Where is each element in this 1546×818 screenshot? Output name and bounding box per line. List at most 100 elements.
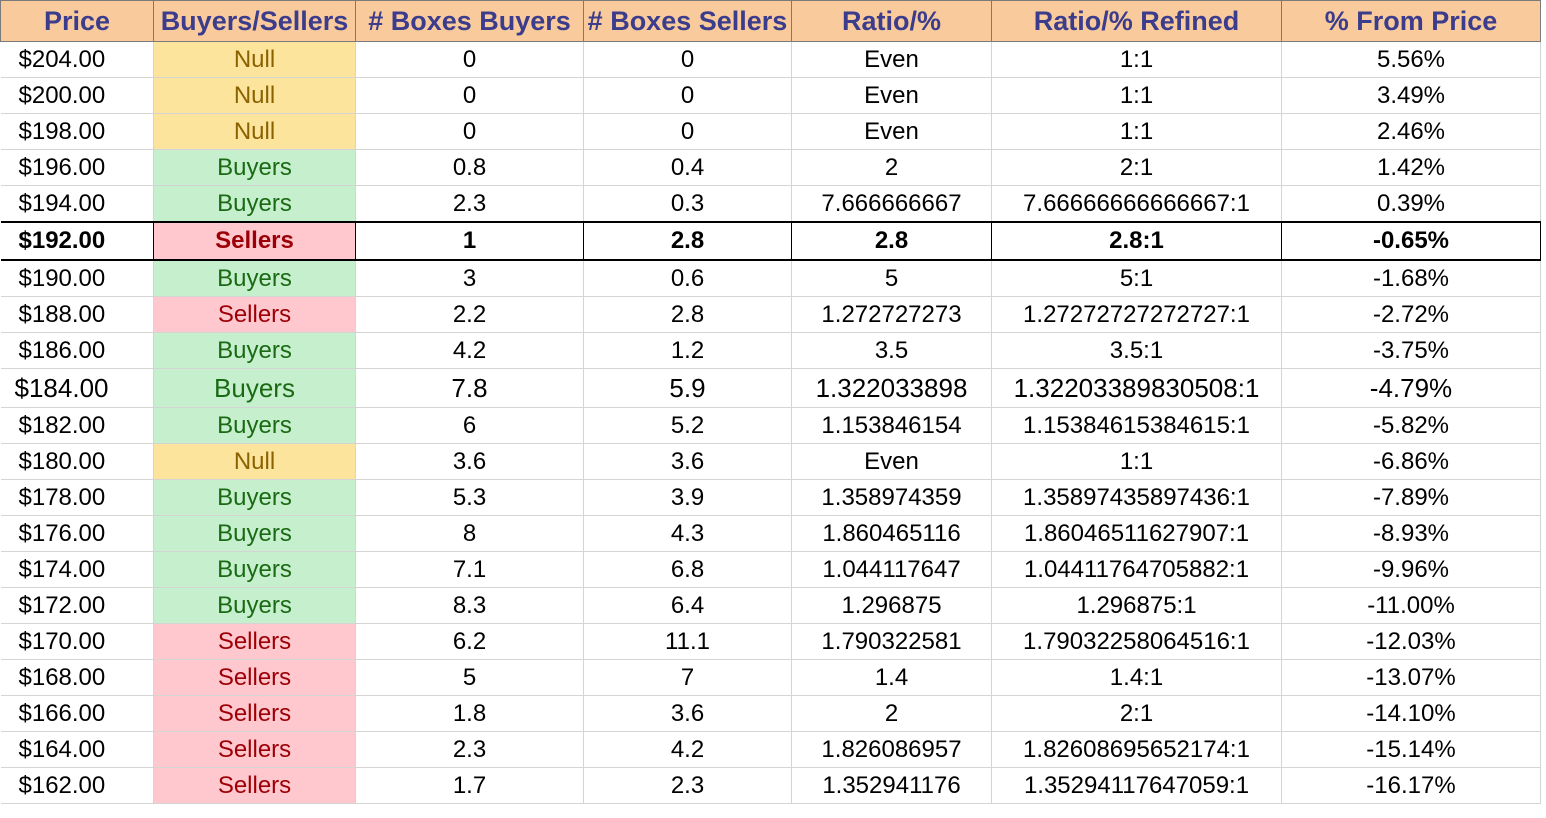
ratio-refined-cell[interactable]: 1.4:1 bbox=[991, 659, 1282, 696]
boxes-sellers-cell[interactable]: 0.4 bbox=[583, 149, 792, 186]
buyers-sellers-cell[interactable]: Sellers bbox=[153, 695, 356, 732]
buyers-sellers-cell[interactable]: Sellers bbox=[153, 623, 356, 660]
boxes-buyers-cell[interactable]: 3 bbox=[355, 260, 584, 297]
buyers-sellers-cell[interactable]: Buyers bbox=[153, 551, 356, 588]
boxes-buyers-cell[interactable]: 7.8 bbox=[355, 368, 584, 408]
buyers-sellers-cell[interactable]: Buyers bbox=[153, 149, 356, 186]
ratio-cell[interactable]: 1.296875 bbox=[791, 587, 992, 624]
price-cell[interactable]: $178.00 bbox=[0, 479, 154, 516]
price-cell[interactable]: $172.00 bbox=[0, 587, 154, 624]
boxes-buyers-cell[interactable]: 1 bbox=[355, 221, 584, 261]
ratio-refined-cell[interactable]: 7.66666666666667:1 bbox=[991, 185, 1282, 223]
boxes-sellers-cell[interactable]: 5.9 bbox=[583, 368, 792, 408]
buyers-sellers-cell[interactable]: Sellers bbox=[153, 296, 356, 333]
price-cell[interactable]: $162.00 bbox=[0, 767, 154, 804]
boxes-buyers-cell[interactable]: 8 bbox=[355, 515, 584, 552]
ratio-cell[interactable]: 1.272727273 bbox=[791, 296, 992, 333]
from-price-cell[interactable]: -9.96% bbox=[1281, 551, 1541, 588]
buyers-sellers-cell[interactable]: Null bbox=[153, 41, 356, 78]
ratio-refined-cell[interactable]: 1.04411764705882:1 bbox=[991, 551, 1282, 588]
boxes-buyers-cell[interactable]: 0 bbox=[355, 77, 584, 114]
boxes-sellers-cell[interactable]: 2.8 bbox=[583, 296, 792, 333]
ratio-cell[interactable]: Even bbox=[791, 41, 992, 78]
boxes-sellers-cell[interactable]: 4.3 bbox=[583, 515, 792, 552]
price-cell[interactable]: $196.00 bbox=[0, 149, 154, 186]
ratio-cell[interactable]: 2.8 bbox=[791, 221, 992, 261]
boxes-sellers-cell[interactable]: 7 bbox=[583, 659, 792, 696]
from-price-cell[interactable]: -15.14% bbox=[1281, 731, 1541, 768]
ratio-cell[interactable]: 1.826086957 bbox=[791, 731, 992, 768]
header-boxes-sellers[interactable]: # Boxes Sellers bbox=[583, 0, 792, 42]
price-cell[interactable]: $192.00 bbox=[0, 221, 154, 261]
ratio-refined-cell[interactable]: 2:1 bbox=[991, 149, 1282, 186]
ratio-cell[interactable]: 1.322033898 bbox=[791, 368, 992, 408]
price-cell[interactable]: $200.00 bbox=[0, 77, 154, 114]
boxes-sellers-cell[interactable]: 3.6 bbox=[583, 443, 792, 480]
boxes-sellers-cell[interactable]: 11.1 bbox=[583, 623, 792, 660]
from-price-cell[interactable]: -14.10% bbox=[1281, 695, 1541, 732]
header-from-price[interactable]: % From Price bbox=[1281, 0, 1541, 42]
boxes-sellers-cell[interactable]: 4.2 bbox=[583, 731, 792, 768]
buyers-sellers-cell[interactable]: Buyers bbox=[153, 332, 356, 369]
boxes-buyers-cell[interactable]: 3.6 bbox=[355, 443, 584, 480]
ratio-refined-cell[interactable]: 1.15384615384615:1 bbox=[991, 407, 1282, 444]
from-price-cell[interactable]: -4.79% bbox=[1281, 368, 1541, 408]
boxes-sellers-cell[interactable]: 2.8 bbox=[583, 221, 792, 261]
boxes-sellers-cell[interactable]: 5.2 bbox=[583, 407, 792, 444]
buyers-sellers-cell[interactable]: Null bbox=[153, 113, 356, 150]
ratio-cell[interactable]: 1.044117647 bbox=[791, 551, 992, 588]
buyers-sellers-cell[interactable]: Null bbox=[153, 443, 356, 480]
from-price-cell[interactable]: -12.03% bbox=[1281, 623, 1541, 660]
ratio-cell[interactable]: 1.4 bbox=[791, 659, 992, 696]
ratio-cell[interactable]: 2 bbox=[791, 149, 992, 186]
header-price[interactable]: Price bbox=[0, 0, 154, 42]
price-cell[interactable]: $170.00 bbox=[0, 623, 154, 660]
buyers-sellers-cell[interactable]: Sellers bbox=[153, 767, 356, 804]
buyers-sellers-cell[interactable]: Sellers bbox=[153, 659, 356, 696]
buyers-sellers-cell[interactable]: Buyers bbox=[153, 260, 356, 297]
header-buyers-sellers[interactable]: Buyers/Sellers bbox=[153, 0, 356, 42]
ratio-cell[interactable]: 2 bbox=[791, 695, 992, 732]
from-price-cell[interactable]: -8.93% bbox=[1281, 515, 1541, 552]
buyers-sellers-cell[interactable]: Null bbox=[153, 77, 356, 114]
boxes-buyers-cell[interactable]: 6.2 bbox=[355, 623, 584, 660]
price-cell[interactable]: $188.00 bbox=[0, 296, 154, 333]
buyers-sellers-cell[interactable]: Buyers bbox=[153, 185, 356, 223]
ratio-refined-cell[interactable]: 1:1 bbox=[991, 41, 1282, 78]
header-ratio-refined[interactable]: Ratio/% Refined bbox=[991, 0, 1282, 42]
ratio-cell[interactable]: 7.666666667 bbox=[791, 185, 992, 223]
price-cell[interactable]: $176.00 bbox=[0, 515, 154, 552]
header-boxes-buyers[interactable]: # Boxes Buyers bbox=[355, 0, 584, 42]
ratio-refined-cell[interactable]: 1:1 bbox=[991, 77, 1282, 114]
price-cell[interactable]: $198.00 bbox=[0, 113, 154, 150]
from-price-cell[interactable]: -3.75% bbox=[1281, 332, 1541, 369]
boxes-sellers-cell[interactable]: 0.3 bbox=[583, 185, 792, 223]
ratio-cell[interactable]: 1.860465116 bbox=[791, 515, 992, 552]
from-price-cell[interactable]: 0.39% bbox=[1281, 185, 1541, 223]
boxes-buyers-cell[interactable]: 6 bbox=[355, 407, 584, 444]
boxes-sellers-cell[interactable]: 0 bbox=[583, 41, 792, 78]
price-cell[interactable]: $166.00 bbox=[0, 695, 154, 732]
boxes-buyers-cell[interactable]: 5 bbox=[355, 659, 584, 696]
ratio-refined-cell[interactable]: 2.8:1 bbox=[991, 221, 1282, 261]
boxes-buyers-cell[interactable]: 0 bbox=[355, 41, 584, 78]
boxes-sellers-cell[interactable]: 3.9 bbox=[583, 479, 792, 516]
ratio-refined-cell[interactable]: 1:1 bbox=[991, 443, 1282, 480]
ratio-refined-cell[interactable]: 3.5:1 bbox=[991, 332, 1282, 369]
from-price-cell[interactable]: -16.17% bbox=[1281, 767, 1541, 804]
ratio-refined-cell[interactable]: 1.35294117647059:1 bbox=[991, 767, 1282, 804]
ratio-cell[interactable]: Even bbox=[791, 113, 992, 150]
from-price-cell[interactable]: 5.56% bbox=[1281, 41, 1541, 78]
buyers-sellers-cell[interactable]: Sellers bbox=[153, 731, 356, 768]
ratio-cell[interactable]: Even bbox=[791, 443, 992, 480]
boxes-sellers-cell[interactable]: 0 bbox=[583, 77, 792, 114]
from-price-cell[interactable]: -0.65% bbox=[1281, 221, 1541, 261]
boxes-sellers-cell[interactable]: 0.6 bbox=[583, 260, 792, 297]
price-cell[interactable]: $204.00 bbox=[0, 41, 154, 78]
ratio-refined-cell[interactable]: 1:1 bbox=[991, 113, 1282, 150]
ratio-cell[interactable]: 3.5 bbox=[791, 332, 992, 369]
ratio-refined-cell[interactable]: 5:1 bbox=[991, 260, 1282, 297]
boxes-sellers-cell[interactable]: 6.8 bbox=[583, 551, 792, 588]
price-cell[interactable]: $164.00 bbox=[0, 731, 154, 768]
boxes-buyers-cell[interactable]: 2.2 bbox=[355, 296, 584, 333]
